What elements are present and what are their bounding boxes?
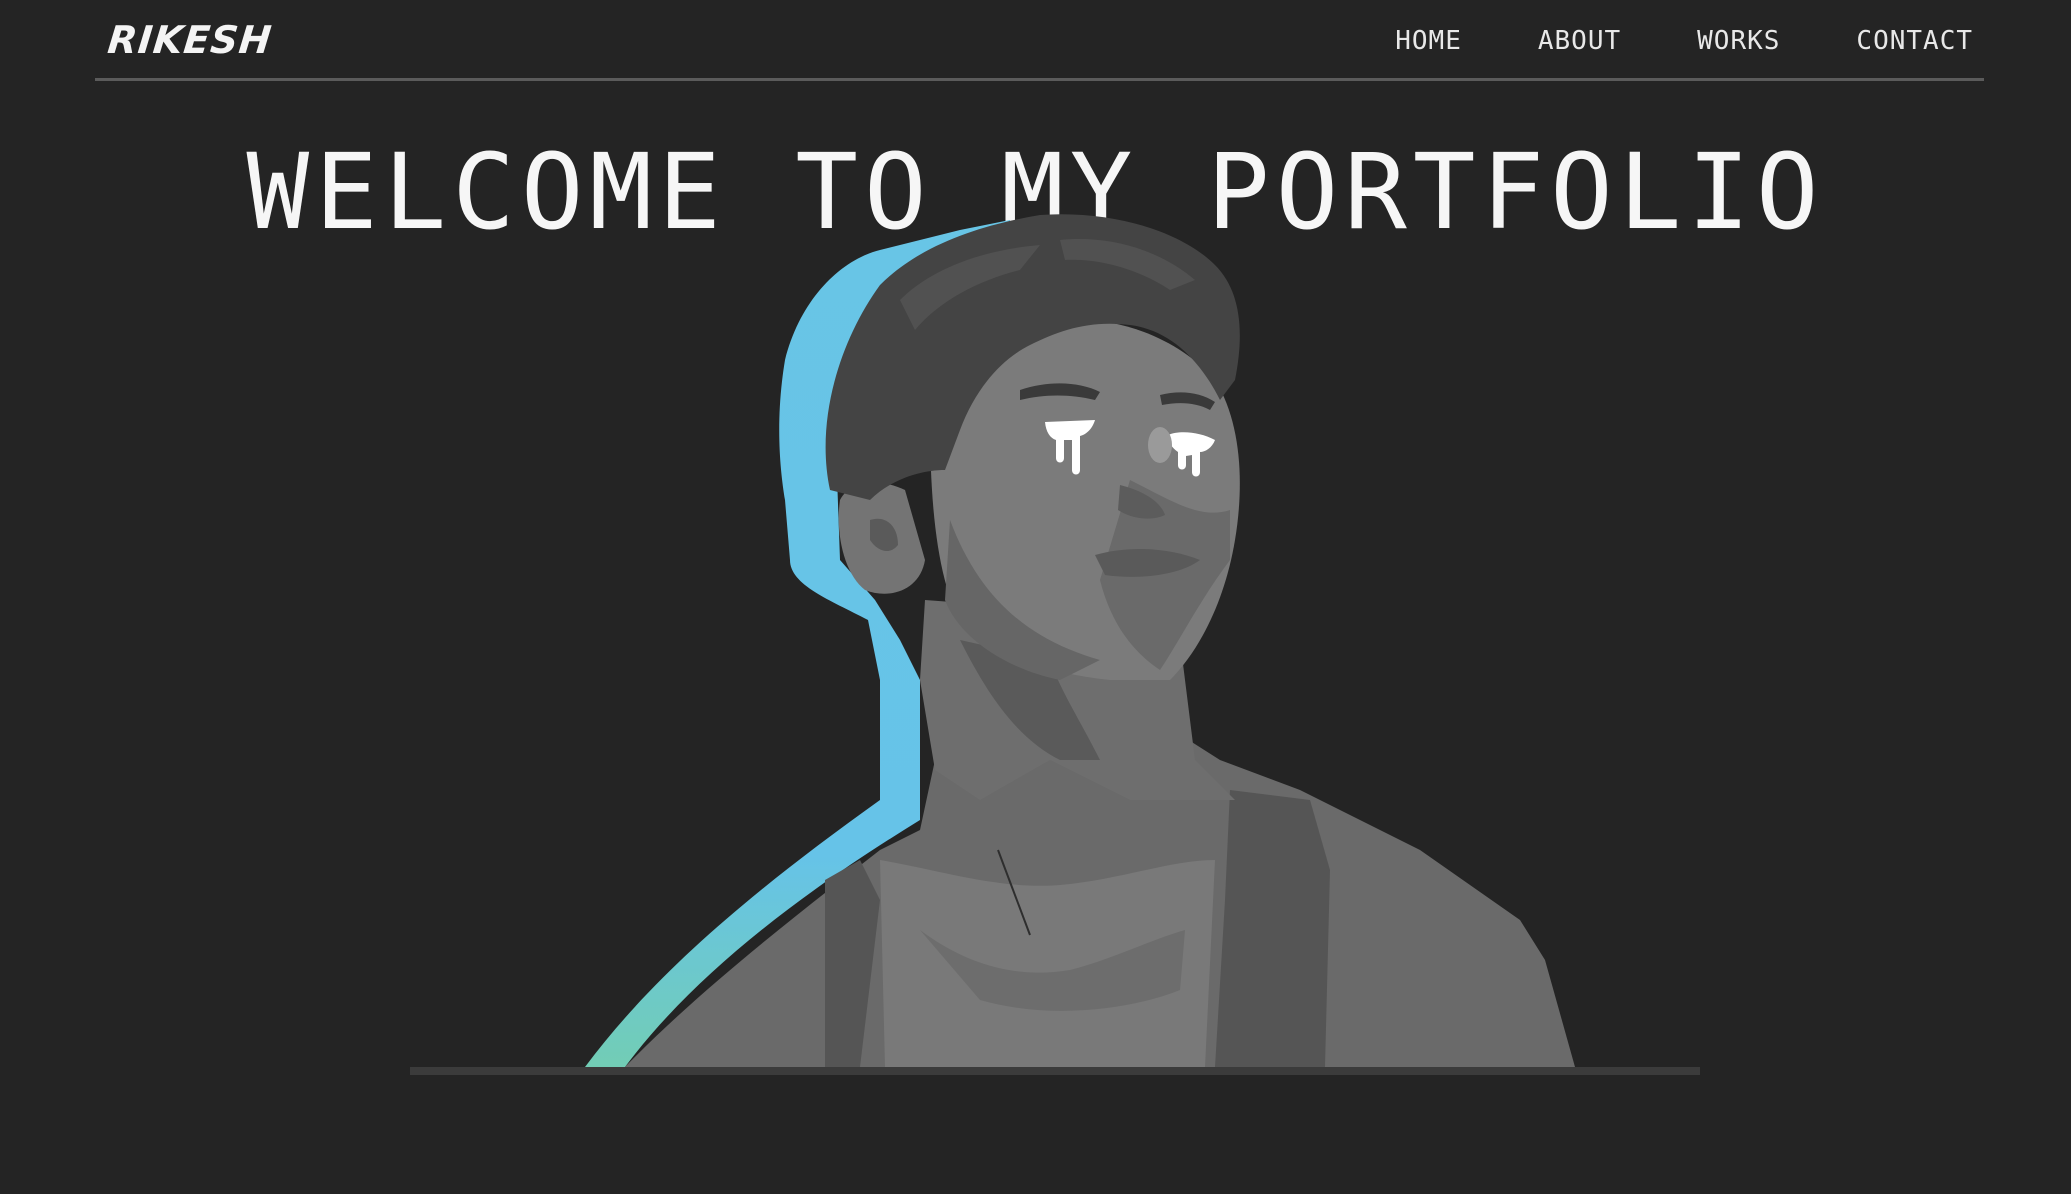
portrait-illustration [585,214,1575,1067]
stage-divider [410,1067,1700,1075]
